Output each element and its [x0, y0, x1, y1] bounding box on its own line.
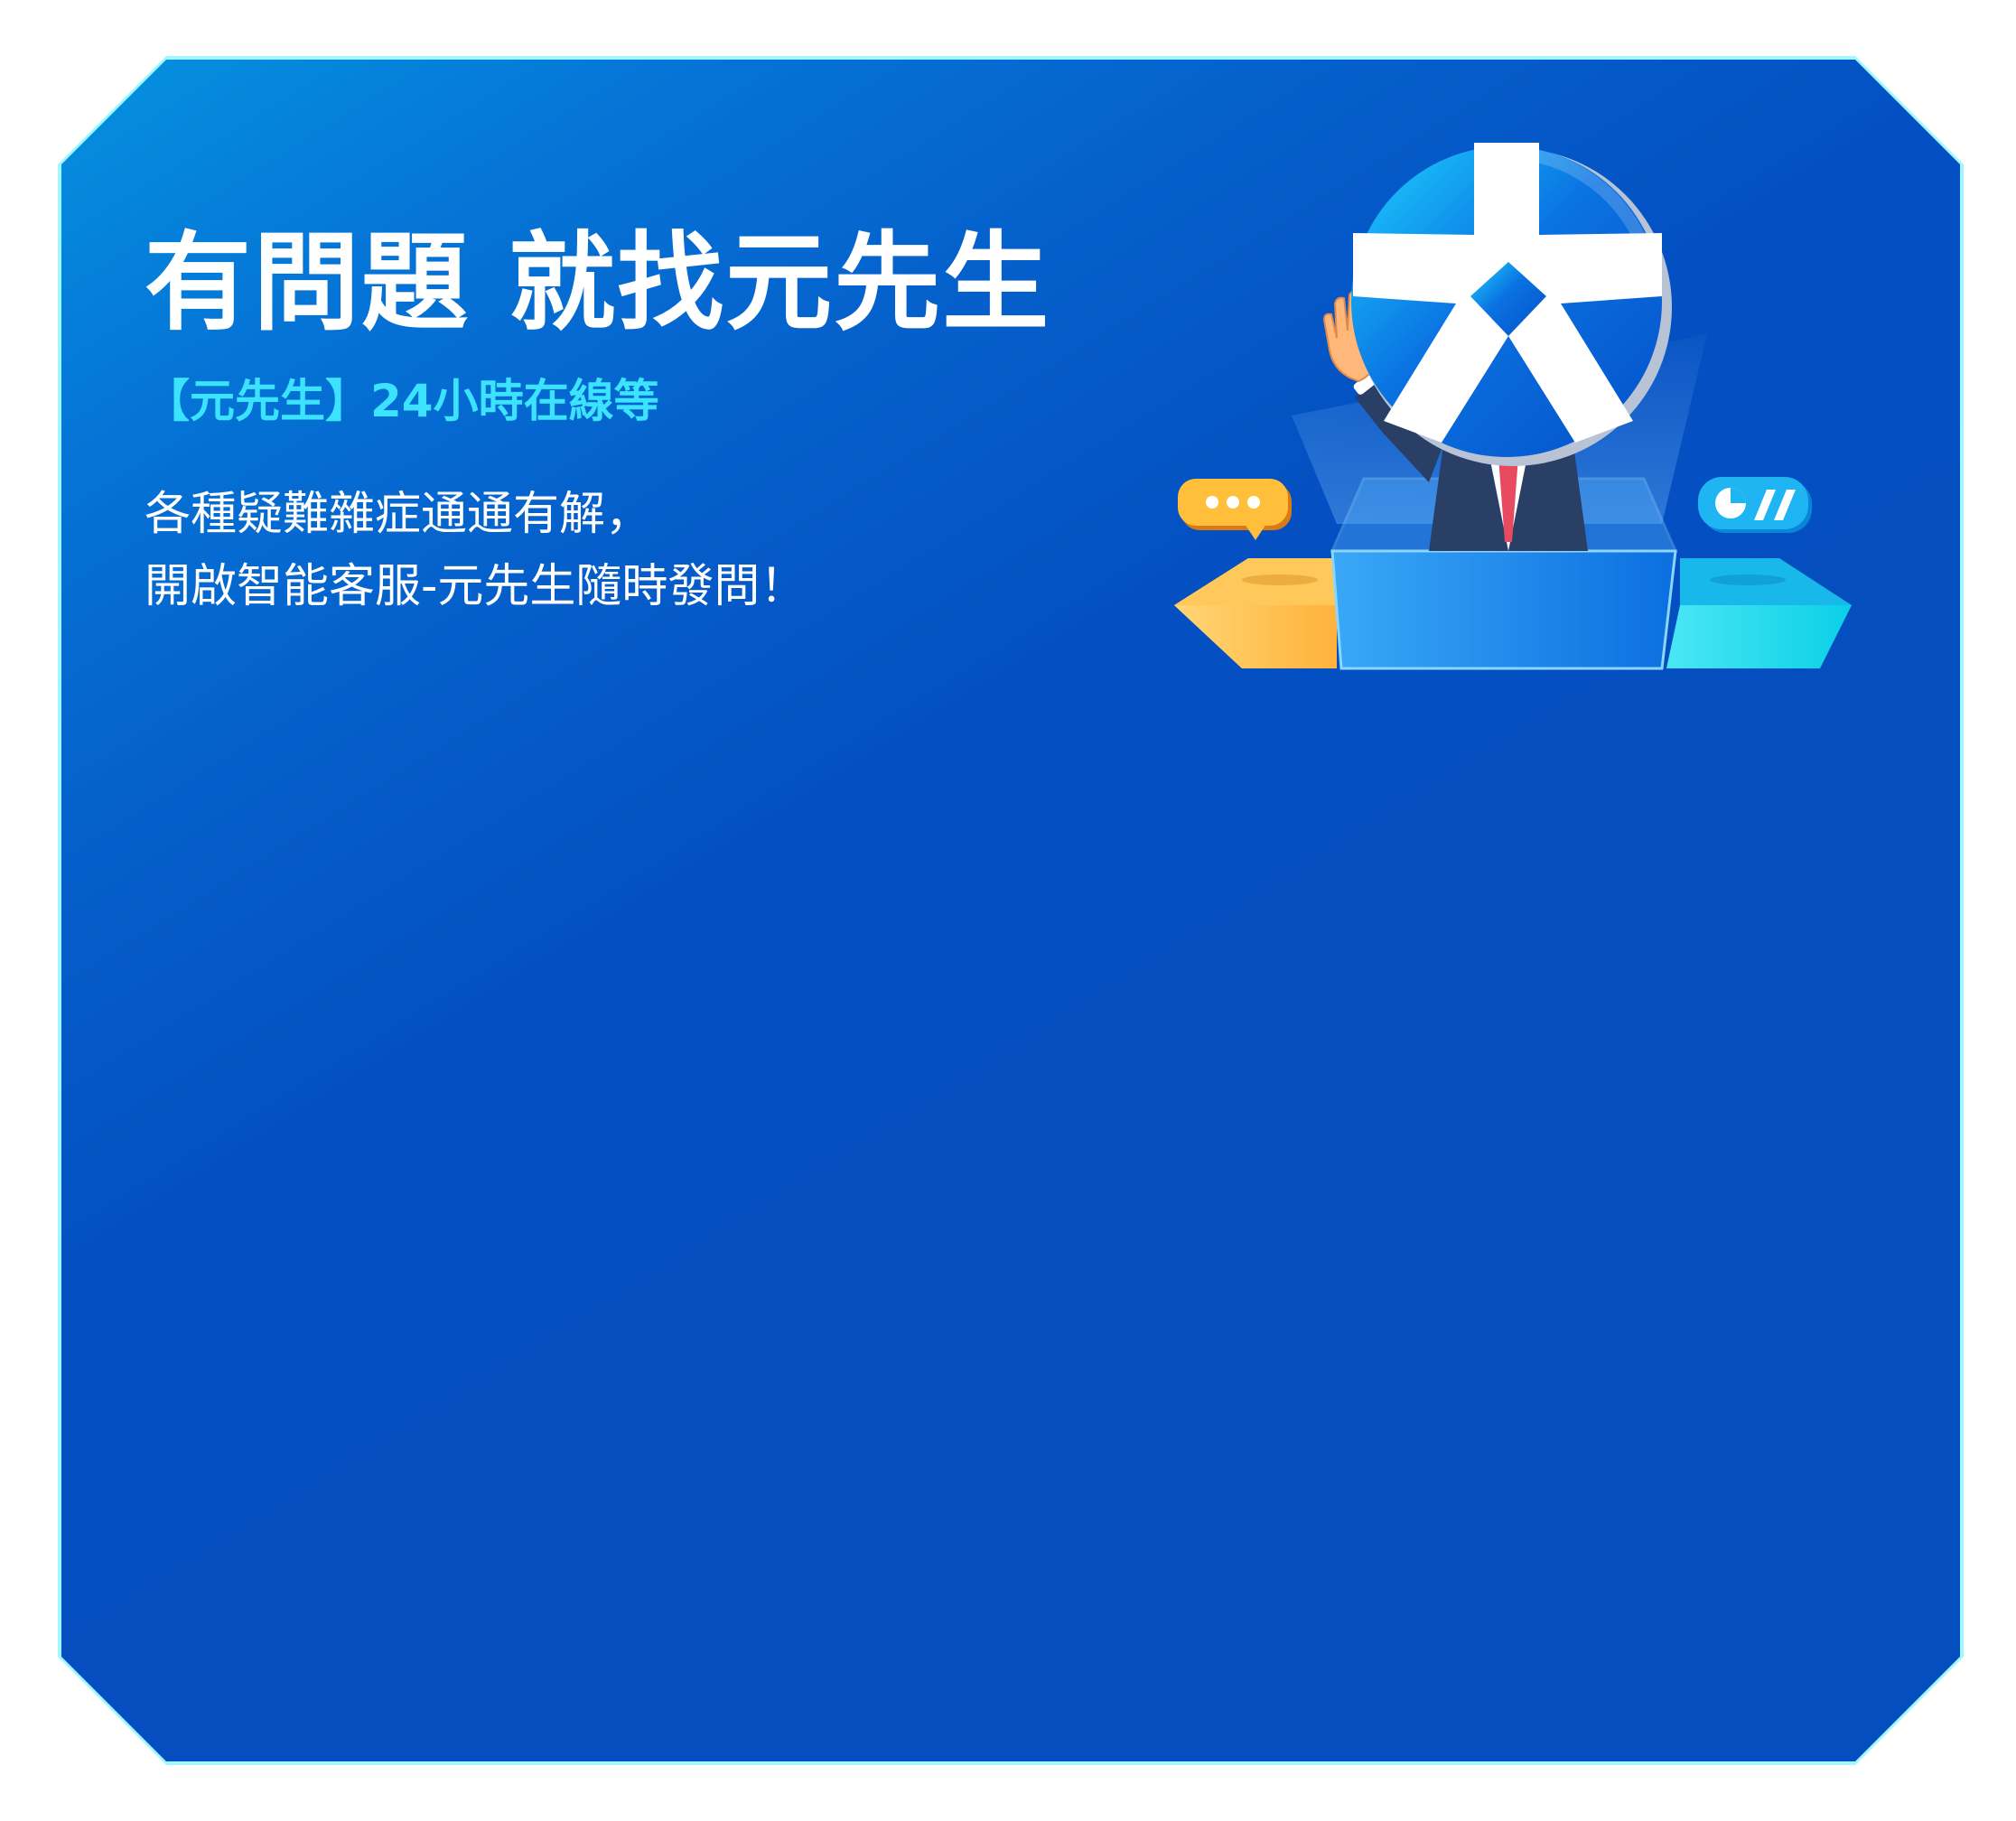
- description-line-1: 各種疑難雜症通通有解，: [145, 488, 652, 541]
- customer-service-banner: 有問題 就找元先生 【元先生】24小時在線等 各種疑難雜症通通有解， 開啟智能客…: [0, 0, 2016, 1821]
- banner-headline: 有問題 就找元先生: [145, 220, 1051, 345]
- chat-bubble-icon: [1178, 479, 1292, 540]
- description-line-2: 開啟智能客服-元先生隨時發問！: [145, 560, 807, 613]
- yuanta-logo-head-icon: [1351, 143, 1672, 466]
- gold-platform: [1174, 558, 1337, 668]
- pie-chart-icon: [1698, 477, 1812, 533]
- cyan-platform: [1666, 558, 1852, 668]
- banner-subtitle: 【元先生】24小時在線等: [145, 375, 659, 427]
- mascot-illustration: [1174, 143, 1852, 670]
- banner-description: 各種疑難雜症通通有解， 開啟智能客服-元先生隨時發問！: [145, 479, 806, 623]
